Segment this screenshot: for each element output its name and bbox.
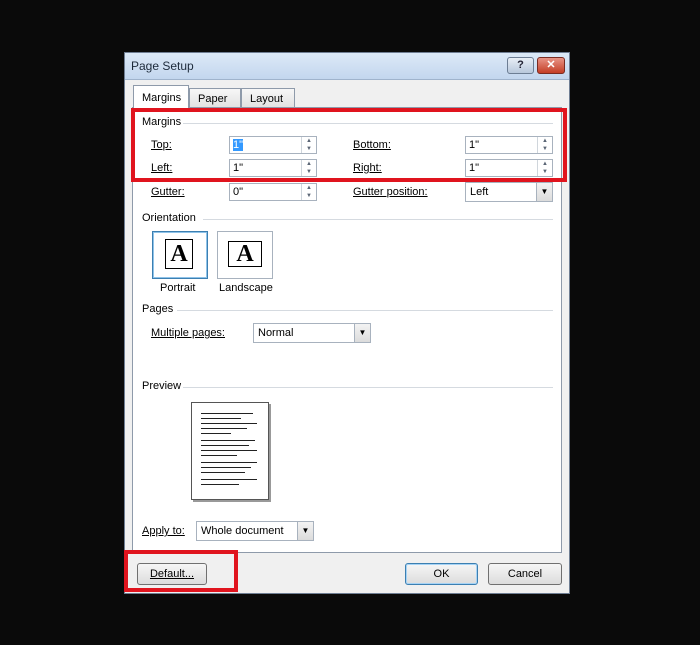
apply-to-value: Whole document (201, 525, 284, 537)
bottom-margin-input[interactable]: 1" ▲ ▼ (465, 136, 553, 154)
landscape-option[interactable]: A (217, 231, 273, 279)
bottom-label: Bottom: (353, 139, 391, 151)
spin-up-icon[interactable]: ▲ (537, 137, 552, 145)
right-margin-input[interactable]: 1" ▲ ▼ (465, 159, 553, 177)
tab-margins[interactable]: Margins (133, 85, 189, 108)
preview-line (201, 462, 257, 463)
gutter-position-select[interactable]: Left ▼ (465, 182, 553, 202)
gutter-value: 0" (233, 186, 244, 198)
left-margin-value: 1" (233, 162, 244, 174)
spin-up-icon[interactable]: ▲ (537, 160, 552, 168)
spin-down-icon[interactable]: ▼ (301, 145, 316, 153)
preview-line (201, 445, 249, 446)
margins-tab-panel: Margins Top: 1" ▲ ▼ Bottom: 1" ▲ ▼ Left:… (132, 107, 562, 553)
gutter-label: Gutter: (151, 186, 185, 198)
section-divider (183, 387, 553, 388)
portrait-icon: A (165, 239, 193, 269)
help-button[interactable]: ? (507, 57, 534, 74)
spin-down-icon[interactable]: ▼ (537, 168, 552, 176)
title-bar: Page Setup ? ✕ (125, 53, 569, 80)
close-button[interactable]: ✕ (537, 57, 565, 74)
gutter-input[interactable]: 0" ▲ ▼ (229, 183, 317, 201)
preview-line (201, 450, 257, 451)
page-preview (191, 402, 269, 500)
spin-down-icon[interactable]: ▼ (301, 168, 316, 176)
preview-line (201, 472, 245, 473)
preview-line (201, 467, 251, 468)
left-label: Left: (151, 162, 173, 174)
left-margin-input[interactable]: 1" ▲ ▼ (229, 159, 317, 177)
right-label: Right: (353, 162, 382, 174)
spin-down-icon[interactable]: ▼ (301, 192, 316, 200)
gutter-position-value: Left (470, 186, 489, 198)
portrait-label: Portrait (160, 282, 196, 294)
landscape-label: Landscape (219, 282, 273, 294)
preview-line (201, 440, 255, 441)
spin-up-icon[interactable]: ▲ (301, 137, 316, 145)
page-setup-dialog: Page Setup ? ✕ Margins Paper Layout Marg… (124, 52, 570, 594)
landscape-icon: A (228, 241, 262, 267)
ok-button[interactable]: OK (405, 563, 478, 585)
chevron-down-icon[interactable]: ▼ (297, 522, 313, 540)
preview-line (201, 423, 257, 424)
preview-line (201, 433, 231, 434)
bottom-margin-value: 1" (469, 139, 480, 151)
window-title: Page Setup (131, 59, 194, 73)
apply-to-label: Apply to: (142, 525, 185, 537)
preview-line (201, 413, 253, 414)
right-margin-value: 1" (469, 162, 480, 174)
portrait-option[interactable]: A (152, 231, 208, 279)
orientation-section-label: Orientation (142, 212, 196, 224)
preview-line (201, 455, 237, 456)
section-divider (177, 310, 553, 311)
preview-line (201, 418, 241, 419)
multiple-pages-value: Normal (258, 327, 294, 339)
top-label: Top: (151, 139, 172, 151)
preview-line (201, 428, 247, 429)
top-margin-input[interactable]: 1" ▲ ▼ (229, 136, 317, 154)
default-button[interactable]: Default... (137, 563, 207, 585)
section-divider (183, 123, 553, 124)
cancel-button[interactable]: Cancel (488, 563, 562, 585)
multiple-pages-select[interactable]: Normal ▼ (253, 323, 371, 343)
spin-up-icon[interactable]: ▲ (301, 184, 316, 192)
pages-section-label: Pages (142, 303, 174, 315)
gutter-position-label: Gutter position: (353, 186, 428, 198)
top-margin-value: 1" (233, 139, 244, 151)
preview-line (201, 479, 257, 480)
chevron-down-icon[interactable]: ▼ (354, 324, 370, 342)
tab-paper[interactable]: Paper (189, 88, 241, 107)
section-divider (203, 219, 553, 220)
spin-up-icon[interactable]: ▲ (301, 160, 316, 168)
preview-section-label: Preview (142, 380, 182, 392)
spin-down-icon[interactable]: ▼ (537, 145, 552, 153)
multiple-pages-label: Multiple pages: (151, 327, 225, 339)
tab-layout[interactable]: Layout (241, 88, 295, 107)
margins-section-label: Margins (142, 116, 182, 128)
preview-line (201, 484, 239, 485)
apply-to-select[interactable]: Whole document ▼ (196, 521, 314, 541)
chevron-down-icon[interactable]: ▼ (536, 183, 552, 201)
